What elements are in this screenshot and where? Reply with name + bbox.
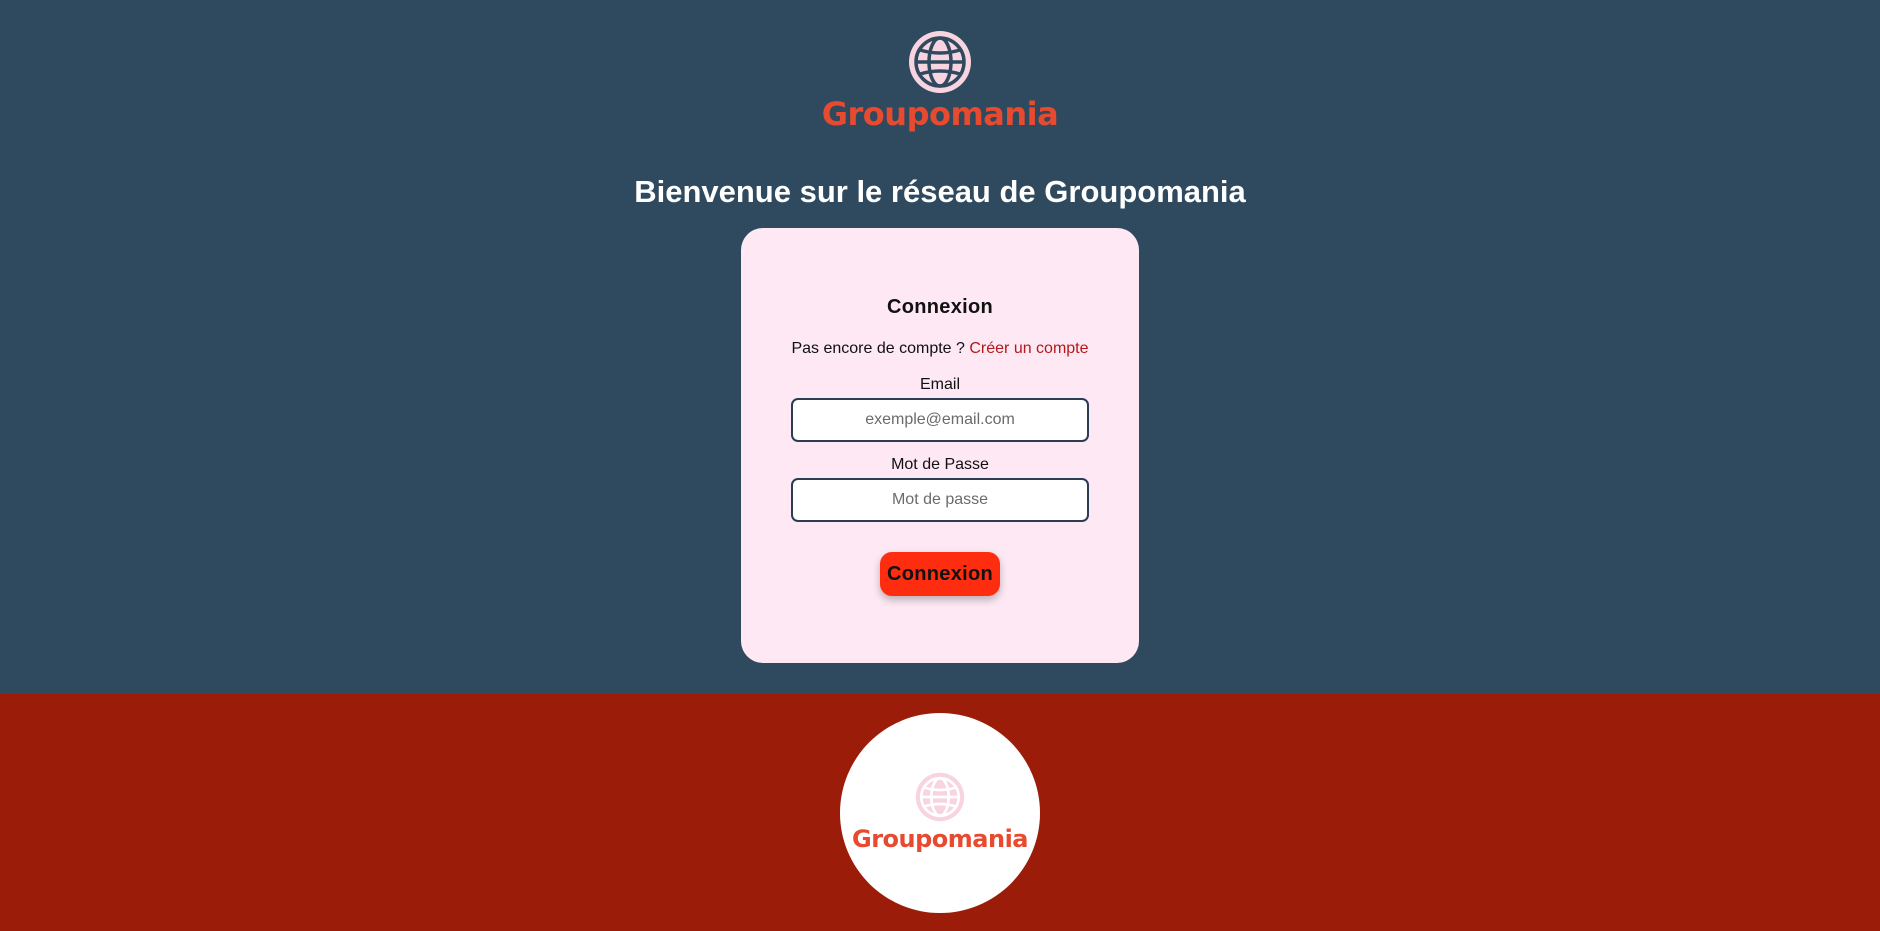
signup-line: Pas encore de compte ? Créer un compte <box>741 340 1139 358</box>
email-label: Email <box>919 376 960 393</box>
password-label: Mot de Passe <box>891 456 989 473</box>
login-card: Connexion Pas encore de compte ? Créer u… <box>741 228 1139 663</box>
login-title: Connexion <box>886 296 994 318</box>
login-page: Groupomania Bienvenue sur le réseau de G… <box>0 0 1880 931</box>
brand-name: Groupomania <box>821 95 1059 133</box>
password-field[interactable] <box>791 478 1089 522</box>
footer: Groupomania <box>0 694 1880 931</box>
signup-link[interactable]: Créer un compte <box>969 340 1088 357</box>
login-button[interactable]: Connexion <box>880 552 1000 596</box>
header-logo: Groupomania <box>0 30 1880 134</box>
footer-logo: Groupomania <box>840 713 1040 913</box>
footer-brand-name: Groupomania <box>852 825 1029 853</box>
welcome-title: Bienvenue sur le réseau de Groupomania <box>634 174 1246 209</box>
email-field[interactable] <box>791 398 1089 442</box>
globe-icon <box>909 31 971 93</box>
signup-prompt: Pas encore de compte ? <box>791 340 965 357</box>
globe-icon <box>915 772 965 822</box>
